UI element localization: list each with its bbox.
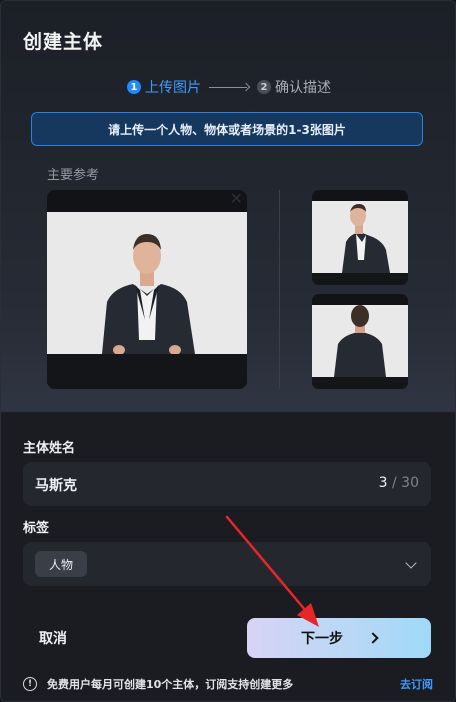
step-number-1: 1 (127, 80, 141, 94)
info-icon: ! (23, 677, 37, 691)
cancel-button[interactable]: 取消 (23, 618, 83, 658)
main-reference-photo[interactable]: ✕ (47, 190, 247, 389)
step-label-confirm: 确认描述 (275, 80, 331, 96)
reference-thumbnail-2[interactable] (312, 294, 408, 389)
step-number-2: 2 (257, 80, 271, 94)
char-count-separator: / (392, 475, 397, 491)
remove-photo-icon[interactable]: ✕ (230, 191, 243, 207)
tag-chip[interactable]: 人物 (35, 551, 88, 577)
reference-thumbnail-1[interactable] (312, 190, 408, 285)
tags-select[interactable]: 人物 (23, 542, 431, 586)
chevron-down-icon[interactable] (405, 557, 417, 569)
thumb-bottom-bar (312, 273, 408, 285)
step-confirm: 2 确认描述 (257, 77, 331, 97)
step-indicator: 1 上传图片 2 确认描述 (1, 77, 455, 97)
upload-hint-banner: 请上传一个人物、物体或者场景的1-3张图片 (31, 112, 423, 146)
thumb-bottom-bar (312, 377, 408, 389)
step-upload: 1 上传图片 (127, 77, 201, 97)
photo-bottom-bar (47, 354, 247, 389)
tags-label: 标签 (23, 521, 50, 536)
step-label-upload: 上传图片 (145, 80, 201, 96)
subject-name-value: 马斯克 (35, 478, 77, 494)
dialog-title: 创建主体 (23, 31, 104, 53)
subject-name-input[interactable]: 马斯克 3 / 30 (23, 462, 431, 506)
person-side-image (342, 204, 390, 273)
subject-name-label: 主体姓名 (23, 441, 76, 456)
subscribe-link[interactable]: 去订阅 (400, 676, 433, 692)
char-counter: 3 / 30 (379, 475, 419, 491)
next-step-button[interactable]: 下一步 (247, 618, 431, 658)
char-count: 3 (378, 475, 388, 491)
quota-notice-text: 免费用户每月可创建10个主体，订阅支持创建更多 (47, 678, 294, 691)
chevron-right-icon (367, 632, 379, 644)
next-step-label: 下一步 (301, 631, 343, 647)
photo-divider (279, 190, 280, 389)
create-subject-dialog: 创建主体 1 上传图片 2 确认描述 请上传一个人物、物体或者场景的1-3张图片… (0, 0, 456, 702)
char-count-max: 30 (401, 475, 419, 491)
person-back-image (334, 305, 386, 377)
quota-notice: ! 免费用户每月可创建10个主体，订阅支持创建更多 去订阅 (23, 675, 433, 693)
step-arrow-icon (209, 82, 249, 92)
main-reference-label: 主要参考 (47, 168, 100, 183)
